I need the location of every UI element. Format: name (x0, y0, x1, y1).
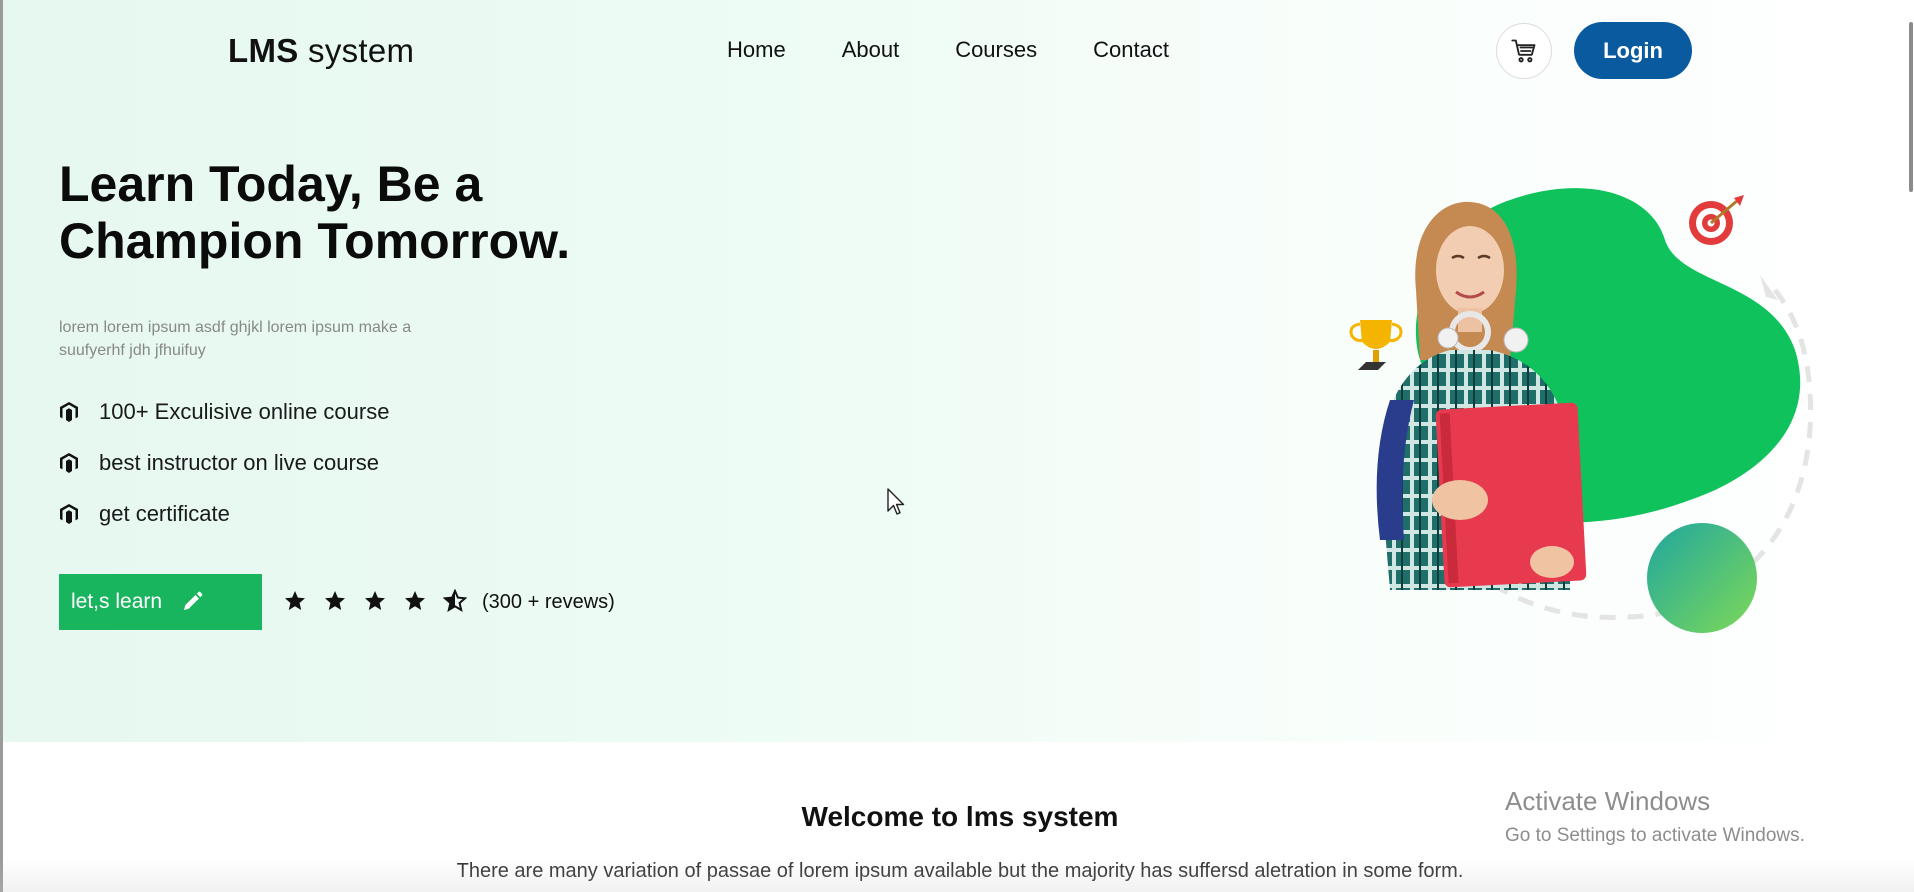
star-half-icon (443, 589, 467, 613)
cart-icon (1511, 39, 1536, 63)
magento-icon (59, 503, 81, 525)
feature-text: get certificate (99, 500, 230, 526)
reviews-count: (300 + revews) (482, 591, 615, 613)
feature-text: 100+ Exculisive online course (99, 398, 390, 424)
star-full-icon (285, 591, 305, 610)
scrollbar-thumb[interactable] (1909, 22, 1913, 192)
nav-courses[interactable]: Courses (955, 37, 1037, 63)
feature-text: best instructor on live course (99, 449, 380, 475)
mouse-cursor-icon (887, 488, 905, 515)
magento-icon (59, 452, 81, 474)
watermark-line-1: Activate Windows (1505, 786, 1711, 816)
watermark-line-2: Go to Settings to activate Windows. (1505, 825, 1805, 846)
cart-button[interactable] (1496, 23, 1552, 79)
student-illustration (1349, 188, 1814, 633)
window-border (0, 0, 3, 892)
hero-description: lorem lorem ipsum asdf ghjkl lorem ipsum… (59, 319, 412, 359)
logo[interactable]: LMS system (228, 32, 414, 70)
lets-learn-label: let,s learn (71, 590, 163, 613)
target-icon (1689, 195, 1744, 245)
feature-list: 100+ Exculisive online course best instr… (59, 386, 389, 539)
navbar: LMS system Home About Courses Contact Lo… (0, 0, 1914, 102)
logo-light: system (308, 32, 415, 69)
star-full-icon (365, 591, 385, 610)
student-face (1436, 226, 1504, 314)
feature-item: get certificate (59, 488, 389, 539)
nav-home[interactable]: Home (727, 37, 786, 63)
lets-learn-button[interactable]: let,s learn (59, 574, 262, 630)
star-full-icon (405, 591, 425, 610)
pen-icon (180, 590, 204, 614)
trophy-icon (1349, 320, 1403, 370)
nav-links: Home About Courses Contact (727, 37, 1169, 63)
activate-windows-watermark: Activate Windows Go to Settings to activ… (1505, 786, 1805, 847)
hero-title: Learn Today, Be a Champion Tomorrow. (59, 156, 571, 269)
feature-item: best instructor on live course (59, 437, 389, 488)
nav-about[interactable]: About (842, 37, 900, 63)
star-full-icon (325, 591, 345, 610)
welcome-text: There are many variation of passae of lo… (456, 860, 1464, 882)
nav-contact[interactable]: Contact (1093, 37, 1169, 63)
login-button[interactable]: Login (1574, 22, 1692, 79)
arrow-head (1760, 275, 1778, 300)
gradient-circle (1647, 523, 1757, 633)
feature-item: 100+ Exculisive online course (59, 386, 389, 437)
magento-icon (59, 401, 81, 423)
logo-bold: LMS (228, 32, 299, 69)
rating-stars (283, 589, 467, 613)
